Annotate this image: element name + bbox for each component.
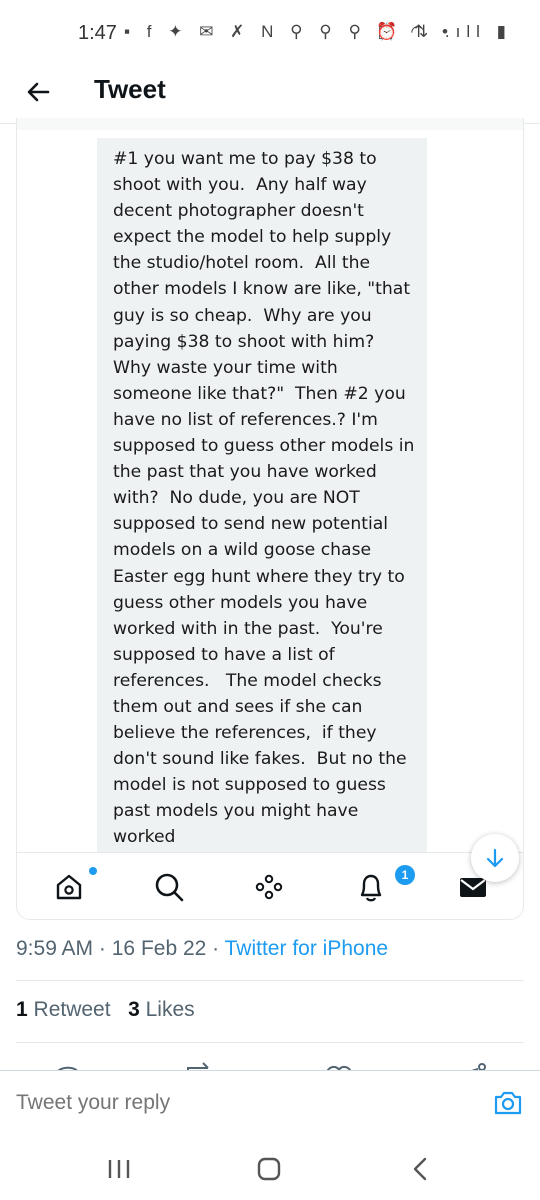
back-chevron-icon[interactable]: [404, 1154, 438, 1184]
top-app-bar: Tweet: [0, 66, 540, 124]
home-icon: [51, 869, 87, 905]
meta-separator: ·: [212, 937, 220, 960]
camera-icon[interactable]: [492, 1087, 524, 1119]
status-time: 1:47: [78, 22, 117, 44]
screenshot-bottom-nav: 1: [17, 852, 523, 919]
divider: [16, 1042, 524, 1043]
reply-input[interactable]: [16, 1091, 416, 1115]
likes-label: Likes: [145, 998, 195, 1021]
retweet-count: 1: [16, 998, 28, 1021]
tweet-date[interactable]: 16 Feb 22: [112, 937, 207, 960]
spaces-icon: [251, 869, 287, 905]
recent-apps-icon[interactable]: [102, 1154, 136, 1184]
meta-separator: ·: [98, 937, 106, 960]
retweet-label: Retweet: [33, 998, 111, 1021]
home-unread-dot: [89, 867, 97, 875]
retweet-stat[interactable]: 1 Retweet: [16, 998, 111, 1021]
notifications-icon: [353, 869, 389, 905]
search-icon: [151, 869, 187, 905]
retweet-icon[interactable]: [187, 1062, 209, 1070]
screenshot-text-panel: #1 you want me to pay $38 to shoot with …: [97, 138, 427, 852]
home-button-icon[interactable]: [252, 1154, 286, 1184]
system-navigation-bar: [0, 1134, 540, 1200]
tweet-stats: 1 Retweet 3 Likes: [16, 998, 195, 1022]
tweet-time[interactable]: 9:59 AM: [16, 937, 93, 960]
tweet-timestamp: 9:59 AM · 16 Feb 22 · Twitter for iPhone: [16, 937, 388, 961]
likes-stat[interactable]: 3 Likes: [128, 998, 195, 1021]
tweet-actions-row: [0, 1058, 540, 1070]
back-arrow-icon[interactable]: [22, 76, 54, 108]
scroll-down-button: [471, 834, 519, 882]
notification-count-badge: 1: [395, 865, 415, 885]
likes-count: 3: [128, 998, 140, 1021]
media-top-edge: [17, 118, 523, 130]
tweet-media-card[interactable]: #1 you want me to pay $38 to shoot with …: [16, 118, 524, 920]
page-title: Tweet: [94, 74, 166, 104]
status-bar: 1:47 ▪ f ✦ ✉ ✗ N ⚲ ⚲ ⚲ ▣ ◠ • ⏰ ⇅ .ıll ▮: [0, 0, 540, 66]
tweet-source-link[interactable]: Twitter for iPhone: [225, 937, 388, 960]
status-system-icons: ⏰ ⇅ .ıll ▮: [376, 22, 512, 41]
screenshot-message-text: #1 you want me to pay $38 to shoot with …: [113, 149, 420, 848]
divider: [16, 980, 524, 981]
reply-composer-bar: [0, 1070, 540, 1132]
